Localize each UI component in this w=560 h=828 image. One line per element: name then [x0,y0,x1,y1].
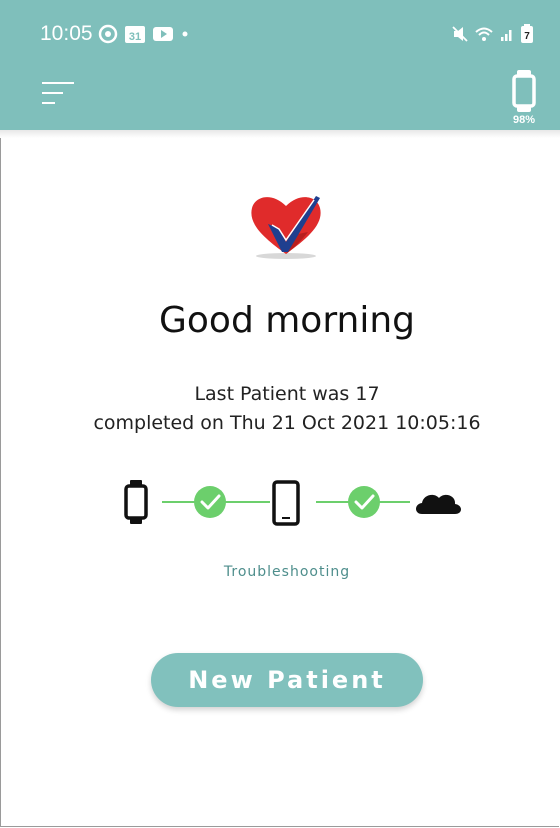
calendar-icon: 31 [125,26,145,43]
whatsapp-icon [98,24,118,44]
smartwatch-icon [512,70,536,112]
last-patient-timestamp: completed on Thu 21 Oct 2021 10:05:16 [93,412,481,434]
cloud-icon [416,494,461,514]
new-patient-button[interactable]: New Patient [151,653,423,707]
heart-logo-icon [251,196,321,259]
troubleshooting-link[interactable]: Troubleshooting [0,564,560,580]
notification-dot [182,31,188,37]
mute-icon [452,26,468,42]
device-battery-label: 98% [512,114,536,126]
check-icon [194,486,226,518]
status-icons-right: 7 [452,24,534,44]
status-time: 10:05 [40,22,93,45]
battery-icon: 7 [521,24,533,43]
youtube-icon [153,27,173,41]
phone-icon [272,480,300,526]
battery-number: 7 [524,31,530,42]
signal-icon [501,30,512,41]
wifi-icon [475,27,493,41]
last-patient-text: Last Patient was 17 [194,383,380,405]
hamburger-menu-icon[interactable] [41,80,75,106]
greeting-title: Good morning [159,300,415,341]
status-icons-left: 31 [98,24,190,44]
app-bar-shadow [0,130,560,138]
device-status[interactable]: 98% [504,70,544,126]
app-bar: 10:05 31 7 98% [0,0,560,130]
calendar-day: 31 [129,31,141,43]
check-icon [348,486,380,518]
watch-icon [124,480,148,524]
connection-status [124,480,461,526]
